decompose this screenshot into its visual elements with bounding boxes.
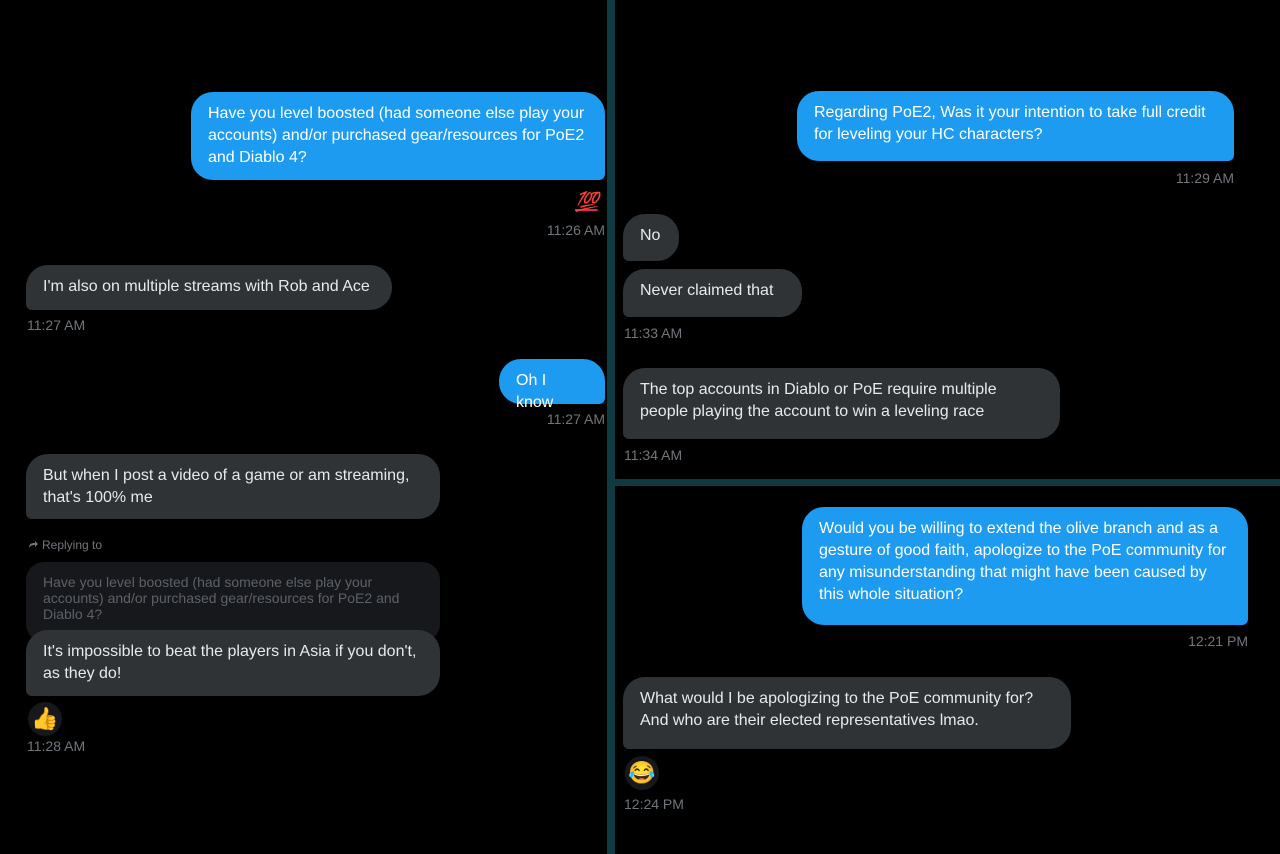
- timestamp: 11:33 AM: [624, 325, 683, 341]
- timestamp: 12:21 PM: [1188, 633, 1248, 649]
- timestamp: 11:29 AM: [1175, 170, 1234, 186]
- sent-message-bubble[interactable]: Have you level boosted (had someone else…: [191, 92, 605, 180]
- laughing-reaction-icon: 😂: [625, 756, 659, 790]
- timestamp: 12:24 PM: [624, 796, 684, 812]
- replying-to-label: Replying to: [28, 538, 102, 552]
- received-message-bubble[interactable]: The top accounts in Diablo or PoE requir…: [623, 368, 1060, 439]
- timestamp: 11:28 AM: [27, 738, 86, 754]
- received-message-bubble[interactable]: It's impossible to beat the players in A…: [26, 630, 440, 696]
- left-chat-panel: Have you level boosted (had someone else…: [0, 0, 607, 854]
- timestamp: 11:26 AM: [546, 222, 605, 238]
- received-message-bubble[interactable]: Never claimed that: [623, 269, 802, 317]
- timestamp: 11:34 AM: [624, 447, 683, 463]
- sent-message-bubble[interactable]: Regarding PoE2, Was it your intention to…: [797, 91, 1234, 161]
- timestamp: 11:27 AM: [546, 411, 605, 427]
- sent-message-bubble[interactable]: Oh I know: [499, 359, 605, 411]
- received-message-bubble[interactable]: I'm also on multiple streams with Rob an…: [26, 265, 392, 310]
- thumbs-up-reaction-icon: 👍: [28, 702, 62, 736]
- replying-to-text: Replying to: [42, 538, 103, 552]
- hundred-reaction-icon: 💯: [575, 192, 599, 213]
- top-right-chat-panel: Regarding PoE2, Was it your intention to…: [615, 0, 1280, 479]
- reply-arrow-icon: [28, 538, 38, 552]
- horizontal-divider: [615, 479, 1280, 486]
- sent-message-bubble[interactable]: Would you be willing to extend the olive…: [802, 507, 1248, 625]
- received-message-bubble[interactable]: But when I post a video of a game or am …: [26, 454, 440, 519]
- received-message-bubble[interactable]: No: [623, 214, 679, 261]
- vertical-divider: [607, 0, 615, 854]
- timestamp: 11:27 AM: [27, 317, 86, 333]
- received-message-bubble[interactable]: What would I be apologizing to the PoE c…: [623, 677, 1071, 749]
- bottom-right-chat-panel: Would you be willing to extend the olive…: [615, 486, 1280, 854]
